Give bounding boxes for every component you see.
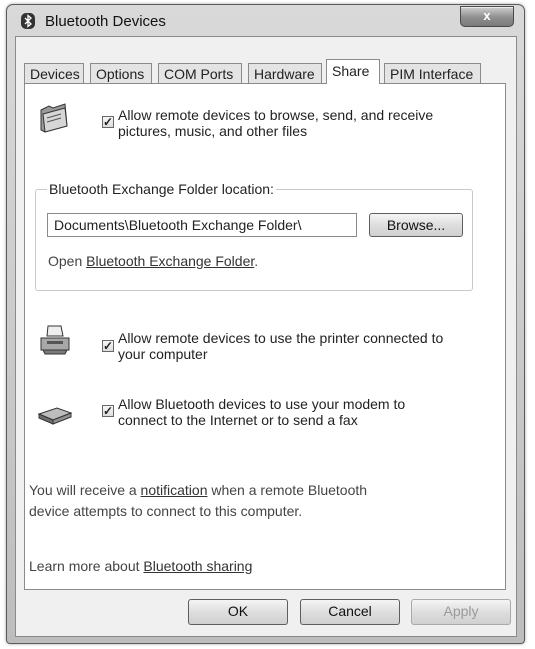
- tab-pim-interface[interactable]: PIM Interface: [384, 63, 481, 83]
- dialog-client-area: Devices Options COM Ports Hardware Share…: [15, 36, 517, 637]
- close-button[interactable]: x: [460, 6, 514, 27]
- allow-modem-label: Allow Bluetooth devices to use your mode…: [118, 396, 406, 428]
- folder-icon: [40, 103, 68, 133]
- allow-files-label: Allow remote devices to browse, send, an…: [118, 107, 434, 139]
- bluetooth-sharing-link[interactable]: Bluetooth sharing: [143, 558, 252, 574]
- apply-button[interactable]: Apply: [411, 599, 511, 625]
- allow-printer-label: Allow remote devices to use the printer …: [118, 330, 444, 362]
- open-exchange-folder-link[interactable]: Bluetooth Exchange Folder: [86, 253, 254, 269]
- allow-modem-checkbox[interactable]: ✓: [102, 405, 114, 417]
- exchange-folder-group: Bluetooth Exchange Folder location: Docu…: [35, 181, 473, 291]
- tab-options[interactable]: Options: [90, 63, 152, 83]
- tab-devices[interactable]: Devices: [24, 63, 84, 83]
- printer-icon: [40, 325, 70, 355]
- learn-more-text: Learn more about Bluetooth sharing: [29, 558, 253, 574]
- notification-link[interactable]: notification: [141, 482, 208, 498]
- title-bar[interactable]: Bluetooth Devices x: [7, 5, 524, 37]
- cancel-button[interactable]: Cancel: [300, 599, 400, 625]
- tab-share[interactable]: Share: [326, 59, 380, 84]
- tab-com-ports[interactable]: COM Ports: [158, 63, 242, 83]
- exchange-folder-path-input[interactable]: Documents\Bluetooth Exchange Folder\: [47, 213, 357, 237]
- allow-files-checkbox[interactable]: ✓: [102, 116, 114, 128]
- modem-icon: [37, 407, 73, 425]
- open-folder-line: Open Bluetooth Exchange Folder.: [48, 253, 259, 269]
- bluetooth-icon: [21, 13, 35, 29]
- share-tab-panel: ✓ Allow remote devices to browse, send, …: [24, 83, 506, 590]
- bluetooth-devices-window: Bluetooth Devices x Devices Options COM …: [6, 4, 525, 644]
- browse-button[interactable]: Browse...: [369, 213, 463, 237]
- tab-hardware[interactable]: Hardware: [248, 63, 322, 83]
- exchange-folder-group-label: Bluetooth Exchange Folder location:: [47, 181, 276, 197]
- allow-printer-checkbox[interactable]: ✓: [102, 340, 114, 352]
- notification-text: You will receive a notification when a r…: [29, 482, 368, 519]
- ok-button[interactable]: OK: [188, 599, 288, 625]
- window-title: Bluetooth Devices: [45, 13, 166, 30]
